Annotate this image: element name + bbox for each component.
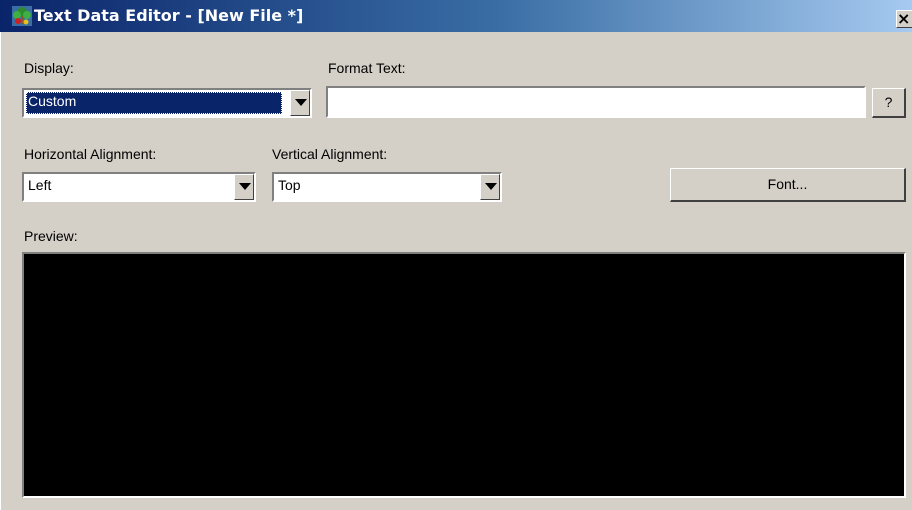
display-combobox[interactable]: Custom (22, 88, 312, 118)
vertical-alignment-label: Vertical Alignment: (272, 146, 388, 162)
format-help-button[interactable]: ? (872, 88, 906, 118)
title-bar[interactable]: Text Data Editor - [New File *] × (0, 0, 912, 32)
close-button[interactable]: × (896, 10, 912, 28)
horizontal-alignment-value: Left (28, 177, 52, 193)
display-label: Display: (24, 60, 74, 76)
vertical-alignment-value: Top (278, 177, 301, 193)
close-icon: × (897, 9, 911, 28)
app-tree-icon (12, 6, 32, 26)
window-title: Text Data Editor - [New File *] (34, 6, 304, 25)
display-dropdown-button[interactable] (290, 90, 310, 116)
chevron-down-icon (485, 183, 497, 190)
display-value: Custom (26, 92, 282, 114)
vertical-alignment-combobox[interactable]: Top (272, 172, 502, 202)
format-text-label: Format Text: (328, 60, 406, 76)
chevron-down-icon (295, 99, 307, 106)
horizontal-alignment-combobox[interactable]: Left (22, 172, 256, 202)
help-label: ? (884, 94, 893, 110)
window-frame (0, 32, 4, 510)
format-text-input[interactable] (326, 86, 866, 118)
preview-area (22, 252, 906, 498)
preview-label: Preview: (24, 228, 78, 244)
font-button[interactable]: Font... (670, 168, 906, 202)
chevron-down-icon (239, 183, 251, 190)
vertical-alignment-dropdown-button[interactable] (480, 174, 500, 200)
horizontal-alignment-label: Horizontal Alignment: (24, 146, 157, 162)
text-data-editor-window: Text Data Editor - [New File *] × Displa… (0, 0, 912, 510)
font-button-label: Font... (767, 176, 808, 192)
horizontal-alignment-dropdown-button[interactable] (234, 174, 254, 200)
